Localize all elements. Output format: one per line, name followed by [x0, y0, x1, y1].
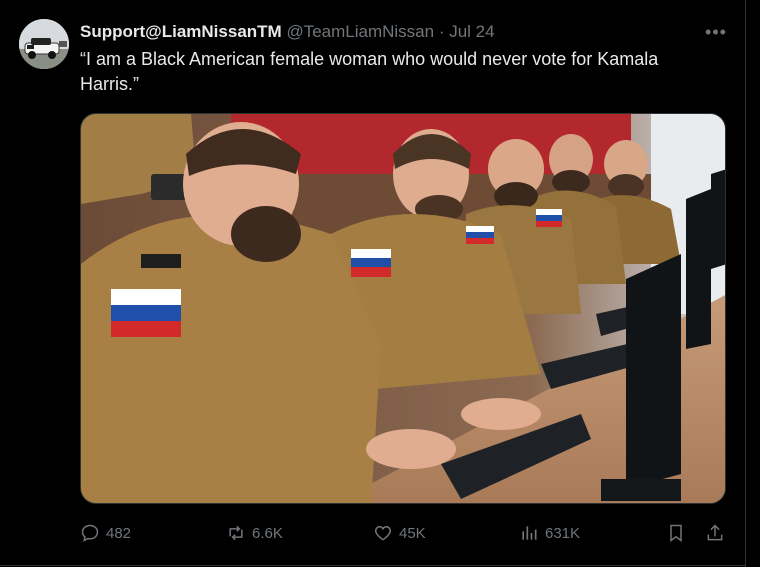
more-options-button[interactable]: •••	[705, 20, 727, 44]
bookmark-button[interactable]	[666, 520, 692, 546]
media-illustration	[81, 114, 725, 503]
column-border	[745, 0, 746, 567]
avatar[interactable]	[19, 19, 69, 69]
like-count: 45K	[399, 524, 426, 542]
tweet-text: “I am a Black American female woman who …	[80, 49, 659, 94]
views-count: 631K	[545, 524, 581, 542]
tweet-header: Support@LiamNissanTM @TeamLiamNissan · J…	[80, 20, 730, 44]
reply-count: 482	[106, 524, 132, 542]
heart-icon	[374, 525, 392, 541]
reply-icon	[81, 524, 99, 542]
share-button[interactable]	[705, 520, 731, 546]
reply-button[interactable]: 482	[80, 520, 131, 546]
views-button[interactable]: 631K	[519, 520, 580, 546]
like-button[interactable]: 45K	[373, 520, 426, 546]
tweet-media-image[interactable]	[80, 113, 726, 504]
tweet-date[interactable]: Jul 24	[449, 22, 494, 41]
bookmark-icon	[670, 524, 682, 542]
display-name[interactable]: Support@LiamNissanTM	[80, 22, 282, 41]
repost-button[interactable]: 6.6K	[226, 520, 283, 546]
tweet-divider	[0, 565, 746, 566]
repost-count: 6.6K	[252, 524, 283, 542]
tweet-action-bar: 482 6.6K 45K 631K	[80, 520, 726, 546]
share-icon	[707, 524, 723, 541]
ellipsis-icon: •••	[705, 22, 727, 42]
avatar-image	[19, 19, 69, 69]
user-handle[interactable]: @TeamLiamNissan	[286, 22, 434, 41]
views-chart-icon	[522, 526, 537, 540]
separator-dot: ·	[438, 22, 445, 41]
repost-icon	[229, 525, 243, 541]
